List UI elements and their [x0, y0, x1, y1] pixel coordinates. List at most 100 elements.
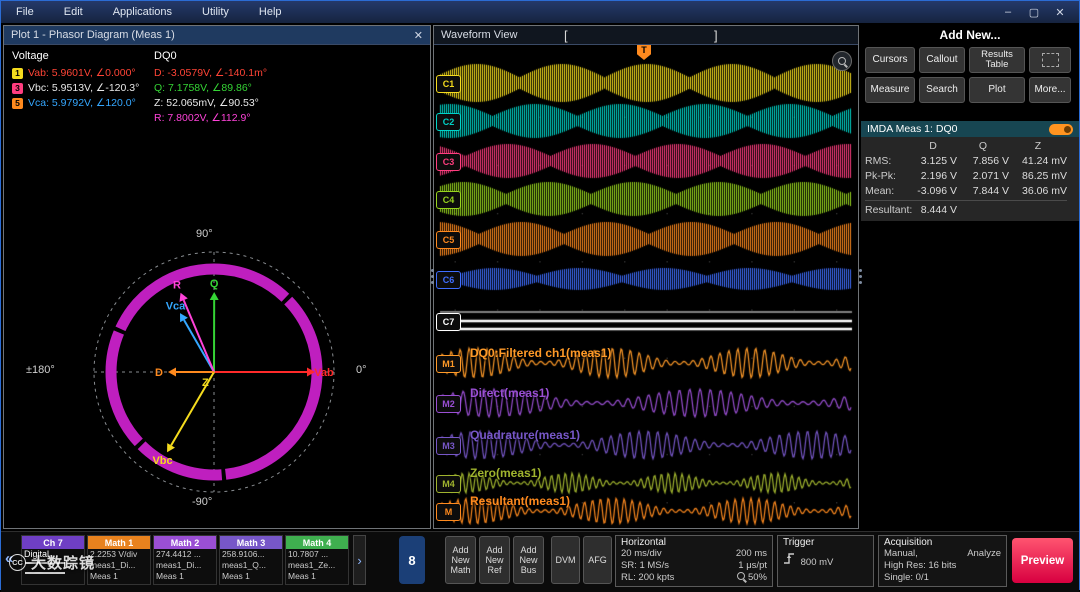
card-line: meas1_Q... — [220, 560, 282, 571]
svg-text:Vca: Vca — [166, 300, 186, 312]
menu-applications[interactable]: Applications — [98, 6, 187, 18]
zoom-bracket-right[interactable]: ] — [714, 28, 718, 43]
imda-title: IMDA Meas 1: DQ0 — [867, 123, 957, 135]
imda-measurement-header[interactable]: IMDA Meas 1: DQ0 — [861, 121, 1079, 137]
col-header-z: Z — [1009, 140, 1067, 152]
zoom-button[interactable] — [832, 51, 852, 71]
left-panel-splitter[interactable] — [428, 253, 436, 299]
mean-q: 7.844 V — [957, 185, 1009, 197]
card-line: Meas 1 — [220, 571, 282, 582]
voltage-readout-column: Voltage 1 Vab: 5.9601V, ∠0.000° 3 Vbc: 5… — [12, 50, 150, 112]
channel-card-math3[interactable]: Math 3 258.9106... meas1_Q... Meas 1 — [219, 535, 283, 585]
waveform-title: Waveform View — [441, 29, 517, 41]
menu-utility[interactable]: Utility — [187, 6, 244, 18]
plot-button[interactable]: Plot — [969, 77, 1025, 103]
minimize-icon[interactable]: – — [997, 6, 1019, 19]
acquisition-mode: Manual, — [884, 548, 918, 560]
imda-toggle[interactable] — [1049, 124, 1073, 135]
sample-rate: SR: 1 MS/s — [621, 560, 669, 572]
menu-file[interactable]: File — [1, 6, 49, 18]
waveform-channel-badge[interactable]: C2 — [436, 113, 461, 131]
trace-label: Direct(meas1) — [470, 386, 549, 400]
search-button[interactable]: Search — [919, 77, 965, 103]
add-new-button-grid: Cursors Callout Results Table Measure Se… — [865, 47, 1071, 103]
channel-card-math2[interactable]: Math 2 274.4412 ... meas1_Di... Meas 1 — [153, 535, 217, 585]
svg-text:Q: Q — [210, 278, 219, 290]
waveform-channel-badge[interactable]: M3 — [436, 437, 461, 455]
acquisition-single: Single: 0/1 — [884, 572, 929, 584]
acquisition-settings-panel[interactable]: Acquisition Manual, Analyze High Res: 16… — [878, 535, 1007, 587]
card-line: Meas 1 — [88, 571, 150, 582]
results-table-button[interactable]: Results Table — [969, 47, 1025, 73]
card-line: 10.7807 ... — [286, 549, 348, 560]
waveform-channel-badge[interactable]: C7 — [436, 313, 461, 331]
preview-button[interactable]: Preview — [1012, 538, 1073, 583]
channel-5-badge[interactable]: 5 — [12, 98, 23, 109]
waveform-channel-badge[interactable]: C1 — [436, 75, 461, 93]
card-line: meas1_Di... — [154, 560, 216, 571]
axis-label-minus90: -90° — [192, 496, 212, 508]
waveform-channel-badge[interactable]: C4 — [436, 191, 461, 209]
afg-button[interactable]: AFG — [583, 536, 612, 584]
horizontal-settings-panel[interactable]: Horizontal 20 ms/div 200 ms SR: 1 MS/s 1… — [615, 535, 773, 587]
add-new-math-button[interactable]: Add New Math — [445, 536, 476, 584]
d-readout: D: -3.0579V, ∠-140.1m° — [154, 67, 267, 79]
phasor-panel-title: Plot 1 - Phasor Diagram (Meas 1) — [11, 29, 175, 41]
resultant-value: 8.444 V — [909, 204, 957, 216]
card-header[interactable]: Math 4 — [286, 536, 348, 549]
cursors-button[interactable]: Cursors — [865, 47, 915, 73]
add-new-bus-button[interactable]: Add New Bus — [513, 536, 544, 584]
waveform-channel-badge[interactable]: M4 — [436, 475, 461, 493]
waveform-channel-badge[interactable]: C5 — [436, 231, 461, 249]
more-button[interactable]: More... — [1029, 77, 1071, 103]
right-panel-splitter[interactable] — [856, 253, 864, 299]
resultant-label: Resultant: — [865, 204, 909, 216]
card-header[interactable]: Math 3 — [220, 536, 282, 549]
waveform-titlebar[interactable]: Waveform View [ ] — [434, 26, 858, 45]
channel-1-badge[interactable]: 1 — [12, 68, 23, 79]
callout-button[interactable]: Callout — [919, 47, 965, 73]
dvm-button[interactable]: DVM — [551, 536, 580, 584]
menu-edit[interactable]: Edit — [49, 6, 98, 18]
digital-bus-count-badge[interactable]: 8 — [399, 536, 425, 584]
card-header[interactable]: Math 2 — [154, 536, 216, 549]
watermark-text: 大数踪镜 — [31, 552, 95, 573]
phasor-panel-titlebar[interactable]: Plot 1 - Phasor Diagram (Meas 1) ✕ — [4, 26, 430, 45]
channel-3-badge[interactable]: 3 — [12, 83, 23, 94]
svg-text:R: R — [173, 279, 181, 291]
screenshot-icon — [1042, 53, 1059, 67]
close-icon[interactable]: ✕ — [414, 29, 423, 42]
axis-label-180: ±180° — [26, 364, 55, 376]
card-line: meas1_Di... — [88, 560, 150, 571]
card-header[interactable]: Math 1 — [88, 536, 150, 549]
waveform-channel-badge[interactable]: M — [436, 503, 461, 521]
waveform-channel-badge[interactable]: C6 — [436, 271, 461, 289]
trigger-title: Trigger — [778, 536, 873, 548]
zoom-bracket-left[interactable]: [ — [564, 28, 568, 43]
svg-text:Vab: Vab — [314, 367, 334, 379]
waveform-channel-badge[interactable]: C3 — [436, 153, 461, 171]
card-header[interactable]: Ch 7 — [22, 536, 84, 549]
menu-help[interactable]: Help — [244, 6, 297, 18]
screenshot-button[interactable] — [1029, 47, 1071, 73]
row-label: Pk-Pk: — [865, 170, 909, 182]
card-line: meas1_Ze... — [286, 560, 348, 571]
table-corner — [865, 140, 909, 152]
row-label: RMS: — [865, 155, 909, 167]
waveform-channel-badge[interactable]: M2 — [436, 395, 461, 413]
channel-card-math4[interactable]: Math 4 10.7807 ... meas1_Ze... Meas 1 — [285, 535, 349, 585]
horizontal-title: Horizontal — [616, 536, 772, 548]
acquisition-title: Acquisition — [879, 536, 1006, 548]
row-label: Mean: — [865, 185, 909, 197]
waveform-channel-badge[interactable]: M1 — [436, 355, 461, 373]
svg-text:D: D — [155, 367, 163, 379]
close-icon[interactable]: ✕ — [1049, 6, 1071, 19]
trigger-settings-panel[interactable]: Trigger 800 mV — [777, 535, 874, 587]
add-new-ref-button[interactable]: Add New Ref — [479, 536, 510, 584]
measure-button[interactable]: Measure — [865, 77, 915, 103]
scroll-badges-button[interactable]: › — [353, 535, 366, 585]
waveform-canvas[interactable] — [434, 45, 858, 527]
channel-card-math1[interactable]: Math 1 2.2253 V/div meas1_Di... Meas 1 — [87, 535, 151, 585]
magnifier-icon — [737, 572, 745, 580]
maximize-icon[interactable]: ▢ — [1023, 6, 1045, 19]
